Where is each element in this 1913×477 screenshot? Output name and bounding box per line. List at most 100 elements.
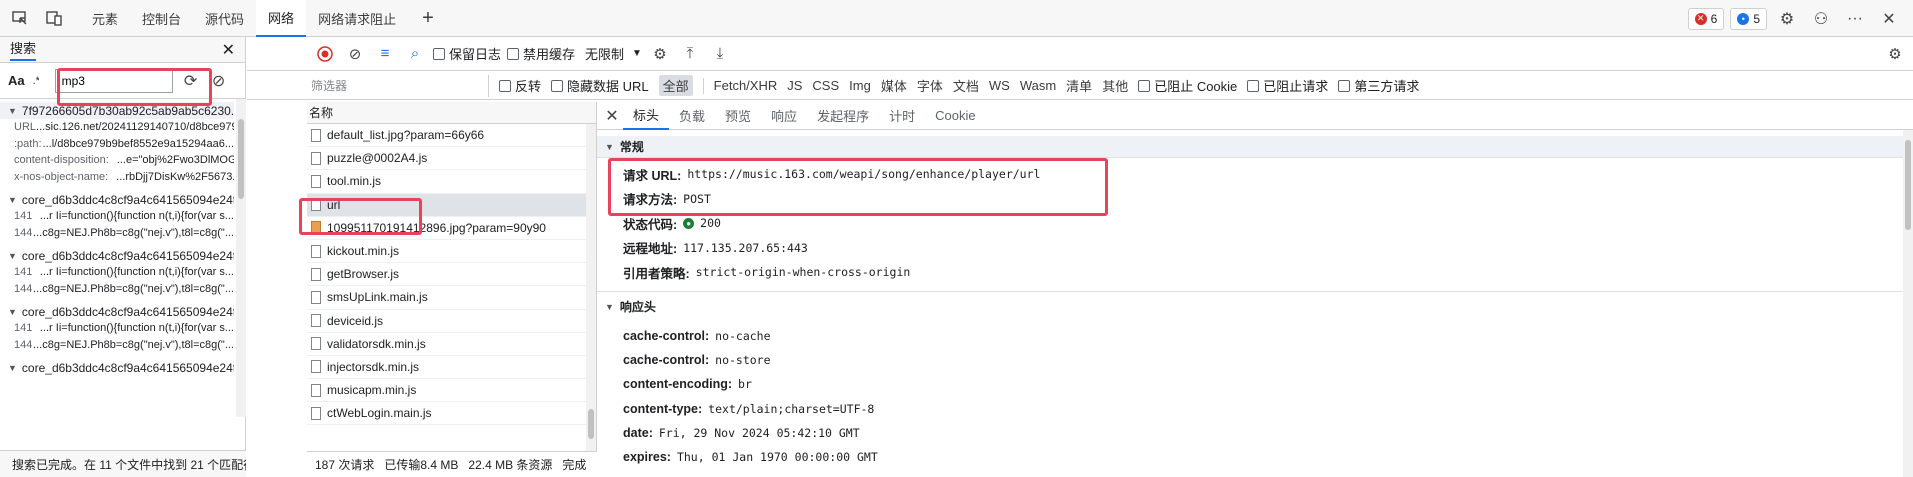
- result-line[interactable]: 144 ...c8g=NEJ.Ph8b=c8g("nej.v"),t8l=c8g(…: [0, 281, 234, 298]
- blocked-requests-checkbox[interactable]: 已阻止请求: [1247, 76, 1328, 95]
- search-icon[interactable]: ⌕: [403, 42, 427, 66]
- checkbox-box[interactable]: [1247, 79, 1260, 92]
- request-row-selected[interactable]: url: [307, 193, 596, 217]
- throttle-select[interactable]: 无限制 ▼: [585, 44, 642, 63]
- request-row[interactable]: musicapm.min.js: [307, 379, 596, 403]
- scrollbar-thumb[interactable]: [588, 409, 594, 439]
- refresh-search-icon[interactable]: ⟳: [181, 71, 201, 91]
- result-line[interactable]: 141 ...r Ii=function(){function n(t,i){fo…: [0, 264, 234, 281]
- filter-type-img[interactable]: Img: [849, 78, 871, 93]
- result-line[interactable]: 144 ...c8g=NEJ.Ph8b=c8g("nej.v"),t8l=c8g(…: [0, 337, 234, 354]
- tab-preview[interactable]: 预览: [715, 102, 761, 130]
- column-header-name[interactable]: 名称: [307, 102, 596, 124]
- result-line[interactable]: 141 ...r Ii=function(){function n(t,i){fo…: [0, 320, 234, 337]
- network-settings-gear-icon[interactable]: ⚙: [1883, 42, 1907, 66]
- result-line[interactable]: 144 ...c8g=NEJ.Ph8b=c8g("nej.v"),t8l=c8g(…: [0, 225, 234, 242]
- filter-type-media[interactable]: 媒体: [881, 76, 907, 95]
- filter-type-other[interactable]: 其他: [1102, 76, 1128, 95]
- checkbox-box[interactable]: [499, 79, 511, 92]
- tab-elements[interactable]: 元素: [80, 0, 130, 37]
- result-file[interactable]: ▼core_d6b3ddc4c8cf9a4c641565094e24f0b6..…: [0, 303, 234, 320]
- scrollbar-thumb[interactable]: [238, 119, 244, 199]
- device-emulation-icon[interactable]: [40, 4, 68, 32]
- result-line[interactable]: content-disposition: ...e="obj%2Fwo3DlMOG…: [0, 152, 234, 169]
- request-row[interactable]: 109951170191412896.jpg?param=90y90: [307, 217, 596, 240]
- request-row[interactable]: injectorsdk.min.js: [307, 356, 596, 380]
- result-file[interactable]: ▼7f97266605d7b30ab92c5ab9ab5c6230.mp3?..…: [0, 102, 234, 119]
- disable-cache-checkbox[interactable]: 禁用缓存: [507, 44, 575, 63]
- close-detail-icon[interactable]: ✕: [601, 106, 623, 126]
- tab-payload[interactable]: 负载: [669, 102, 715, 130]
- blocked-cookies-checkbox[interactable]: 已阻止 Cookie: [1138, 76, 1237, 95]
- result-file[interactable]: ▼core_d6b3ddc4c8cf9a4c641565094e24f0b6..…: [0, 247, 234, 264]
- filter-icon[interactable]: ≡: [373, 42, 397, 66]
- close-search-icon[interactable]: ✕: [222, 40, 235, 60]
- request-row[interactable]: smsUpLink.main.js: [307, 286, 596, 310]
- regex-toggle[interactable]: .*: [33, 75, 39, 87]
- checkbox-box[interactable]: [1338, 79, 1351, 92]
- tab-initiator[interactable]: 发起程序: [807, 102, 879, 130]
- request-row[interactable]: puzzle@0002A4.js: [307, 147, 596, 171]
- tab-sources[interactable]: 源代码: [193, 0, 256, 37]
- filter-type-manifest[interactable]: 清单: [1066, 76, 1092, 95]
- filter-type-font[interactable]: 字体: [917, 76, 943, 95]
- close-devtools-icon[interactable]: ✕: [1875, 5, 1903, 33]
- result-line[interactable]: URL ...sic.126.net/20241129140710/d8bce97…: [0, 119, 234, 136]
- result-line[interactable]: :path: ...l/d8bce979b9bef8552e9a15294aa6.…: [0, 136, 234, 153]
- filter-type-fetch-xhr[interactable]: Fetch/XHR: [714, 78, 778, 93]
- checkbox-box[interactable]: [507, 47, 520, 60]
- result-file[interactable]: ▼core_d6b3ddc4c8cf9a4c641565094e24f0b6..…: [0, 359, 234, 376]
- inspect-element-icon[interactable]: [6, 4, 34, 32]
- errors-badge[interactable]: ✕ 6: [1687, 7, 1725, 30]
- request-row[interactable]: validatorsdk.min.js: [307, 333, 596, 356]
- request-row[interactable]: getBrowser.js: [307, 263, 596, 287]
- filter-input[interactable]: 筛选器: [309, 74, 489, 97]
- tab-headers[interactable]: 标头: [623, 102, 670, 130]
- filter-type-wasm[interactable]: Wasm: [1020, 78, 1056, 93]
- clear-search-icon[interactable]: ⊘: [209, 71, 229, 91]
- request-row[interactable]: kickout.min.js: [307, 240, 596, 264]
- import-har-icon[interactable]: ⤒: [678, 42, 702, 66]
- scrollbar-thumb[interactable]: [1905, 140, 1911, 230]
- more-options-icon[interactable]: ···: [1841, 5, 1869, 33]
- response-headers-section-header[interactable]: ▼ 响应头: [597, 296, 1913, 318]
- tab-console[interactable]: 控制台: [130, 0, 193, 37]
- request-row[interactable]: deviceid.js: [307, 310, 596, 333]
- hide-data-urls-checkbox[interactable]: 隐藏数据 URL: [551, 76, 649, 95]
- request-list-scrollbar[interactable]: [586, 124, 596, 451]
- search-input[interactable]: [54, 68, 173, 93]
- search-results-scrollbar[interactable]: [236, 99, 246, 417]
- filter-type-css[interactable]: CSS: [812, 78, 839, 93]
- filter-type-all[interactable]: 全部: [658, 75, 693, 96]
- add-tab-button[interactable]: +: [408, 0, 448, 37]
- feedback-icon[interactable]: ⚇: [1807, 5, 1835, 33]
- filter-type-ws[interactable]: WS: [989, 78, 1010, 93]
- network-conditions-icon[interactable]: ⚙: [648, 42, 672, 66]
- request-row[interactable]: tool.min.js: [307, 170, 596, 194]
- tab-cookies[interactable]: Cookie: [925, 102, 985, 130]
- export-har-icon[interactable]: ⤓: [708, 42, 732, 66]
- filter-type-js[interactable]: JS: [787, 78, 802, 93]
- checkbox-box[interactable]: [551, 79, 564, 92]
- request-row[interactable]: default_list.jpg?param=66y66: [307, 124, 596, 148]
- third-party-checkbox[interactable]: 第三方请求: [1338, 76, 1419, 95]
- result-file[interactable]: ▼core_d6b3ddc4c8cf9a4c641565094e24f0b6..…: [0, 191, 234, 208]
- preserve-log-checkbox[interactable]: 保留日志: [433, 44, 501, 63]
- messages-badge[interactable]: • 5: [1730, 7, 1767, 30]
- result-line[interactable]: x-nos-object-name: ...rbDjj7DisKw%2F5673.…: [0, 169, 234, 186]
- request-row[interactable]: ctWebLogin.main.js: [307, 402, 596, 426]
- result-line[interactable]: 141 ...r Ii=function(){function n(t,i){fo…: [0, 208, 234, 225]
- record-stop-icon[interactable]: [313, 42, 337, 66]
- checkbox-box[interactable]: [1138, 79, 1151, 92]
- tab-network[interactable]: 网络: [256, 0, 307, 37]
- detail-scrollbar[interactable]: [1903, 130, 1913, 477]
- checkbox-box[interactable]: [433, 47, 445, 60]
- general-section-header[interactable]: ▼ 常规: [597, 136, 1913, 158]
- tab-network-request-blocking[interactable]: 网络请求阻止: [306, 0, 408, 37]
- clear-log-icon[interactable]: ⊘: [343, 42, 367, 66]
- tab-timing[interactable]: 计时: [879, 102, 925, 130]
- tab-response[interactable]: 响应: [761, 102, 807, 130]
- match-case-toggle[interactable]: Aa: [8, 73, 25, 88]
- invert-checkbox[interactable]: 反转: [499, 76, 541, 95]
- settings-gear-icon[interactable]: ⚙: [1773, 5, 1801, 33]
